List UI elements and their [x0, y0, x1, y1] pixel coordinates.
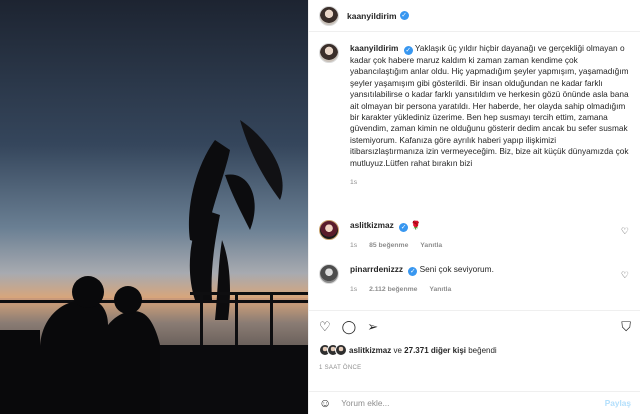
comment-icon[interactable]: ◯ — [342, 319, 357, 335]
likes-count[interactable]: 27.371 diğer kişi — [404, 346, 466, 355]
post-header: kaanyildirim ✓ — [309, 0, 640, 32]
post-side-panel: kaanyildirim ✓ kaanyildirim ✓ Yaklaşık ü… — [308, 0, 640, 414]
send-icon[interactable]: ➢ — [367, 319, 378, 335]
heart-icon[interactable]: ♡ — [319, 319, 331, 335]
reply-button[interactable]: Yanıtla — [420, 242, 442, 249]
list-item: pinarrdenizzz ✓ Seni çok seviyorum. 1s 2… — [319, 264, 631, 295]
add-comment-bar: ☺ Paylaş — [309, 391, 640, 414]
comment-username[interactable]: pinarrdenizzz — [350, 264, 403, 274]
heart-icon[interactable]: ♡ — [621, 226, 629, 237]
reply-button[interactable]: Yanıtla — [429, 286, 451, 293]
post-date: 1 SAAT ÖNCE — [319, 365, 362, 371]
comment-input[interactable] — [341, 398, 605, 408]
avatar[interactable] — [319, 220, 339, 240]
verified-badge-icon: ✓ — [399, 223, 409, 232]
comment-likes[interactable]: 2.112 beğenme — [369, 286, 417, 293]
likes-connector: ve — [393, 345, 402, 355]
comment-time: 1s — [350, 286, 358, 293]
caption-text: Yaklaşık üç yıldır hiçbir dayanağı ve ge… — [350, 43, 629, 168]
comment-likes[interactable]: 85 beğenme — [369, 242, 408, 249]
comment-text: 🌹 — [410, 220, 421, 230]
verified-badge-icon: ✓ — [403, 46, 413, 55]
avatar[interactable] — [319, 43, 339, 63]
likes-suffix: beğendi — [468, 345, 497, 355]
heart-icon[interactable]: ♡ — [621, 270, 629, 281]
verified-badge-icon: ✓ — [399, 11, 409, 20]
liker-avatars — [319, 344, 347, 356]
liker-username[interactable]: aslitkizmaz — [349, 346, 391, 355]
post-photo[interactable] — [0, 0, 308, 414]
comment-list[interactable]: kaanyildirim ✓ Yaklaşık üç yıldır hiçbir… — [309, 33, 640, 310]
emoji-icon[interactable]: ☺ — [319, 396, 331, 410]
action-bar: ♡ ◯ ➢ ⛉ — [319, 311, 631, 343]
caption-username[interactable]: kaanyildirim — [350, 43, 398, 53]
post-comment-button[interactable]: Paylaş — [605, 398, 631, 408]
post-actions: ♡ ◯ ➢ ⛉ aslitkizmaz ve 27.371 diğer kişi… — [309, 310, 640, 371]
list-item: aslitkizmaz ✓ 🌹 1s 85 beğenme Yanıtla ♡ — [319, 220, 631, 251]
bookmark-icon[interactable]: ⛉ — [621, 319, 631, 335]
avatar — [335, 344, 347, 356]
caption-item: kaanyildirim ✓ Yaklaşık üç yıldır hiçbir… — [319, 43, 631, 188]
comment-text: Seni çok seviyorum. — [419, 264, 494, 274]
caption-time: 1s — [350, 179, 358, 187]
comment-time: 1s — [350, 242, 358, 249]
post-modal: kaanyildirim ✓ kaanyildirim ✓ Yaklaşık ü… — [0, 0, 640, 414]
post-author-username[interactable]: kaanyildirim — [347, 11, 397, 21]
likes-summary: aslitkizmaz ve 27.371 diğer kişi beğendi — [319, 344, 631, 356]
verified-badge-icon: ✓ — [408, 267, 418, 276]
avatar[interactable] — [319, 264, 339, 284]
avatar[interactable] — [319, 5, 339, 26]
comment-username[interactable]: aslitkizmaz — [350, 220, 394, 230]
